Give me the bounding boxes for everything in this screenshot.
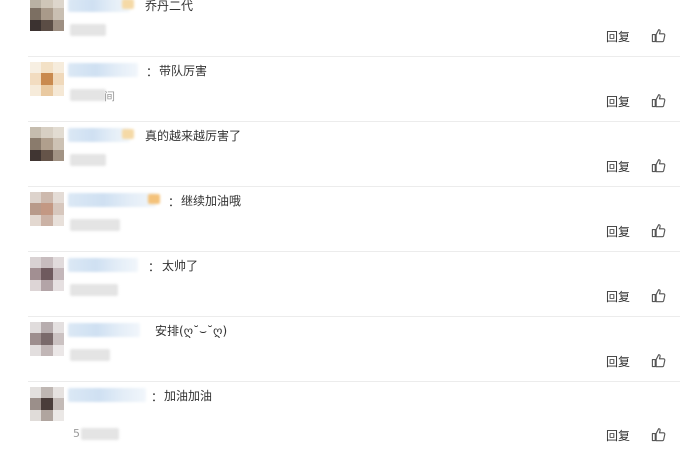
colon: ： — [146, 65, 159, 79]
timestamp — [70, 24, 106, 36]
comment-item: 乔丹二代 回复 — [0, 0, 680, 57]
timestamp-text: 5 — [73, 427, 80, 440]
reply-button[interactable]: 回复 — [606, 427, 630, 444]
reply-button[interactable]: 回复 — [606, 93, 630, 110]
avatar[interactable] — [30, 62, 64, 96]
timestamp — [70, 154, 106, 166]
timestamp — [70, 284, 118, 296]
username[interactable] — [68, 0, 134, 12]
timestamp — [70, 349, 110, 361]
username[interactable] — [68, 63, 138, 77]
timestamp — [70, 89, 106, 101]
comment-text: 真的越来越厉害了 — [145, 129, 242, 143]
comment-text: 加油加油 — [164, 389, 213, 403]
timestamp — [81, 428, 119, 440]
avatar[interactable] — [30, 0, 64, 31]
comment-text: 太帅了 — [162, 259, 199, 273]
thumbs-up-icon[interactable] — [651, 158, 666, 173]
username[interactable] — [68, 258, 138, 272]
reply-button[interactable]: 回复 — [606, 353, 630, 370]
comment-item: ： 太帅了 回复 — [0, 252, 680, 317]
comment-list: 乔丹二代 回复 ： 带队厉害 间 回复 真的越来越厉害了 回复 ： 继续加油哦 … — [0, 0, 680, 453]
avatar[interactable] — [30, 192, 64, 226]
comment-text: 带队厉害 — [159, 64, 208, 78]
reply-button[interactable]: 回复 — [606, 28, 630, 45]
thumbs-up-icon[interactable] — [651, 353, 666, 368]
thumbs-up-icon[interactable] — [651, 427, 666, 442]
thumbs-up-icon[interactable] — [651, 288, 666, 303]
comment-item: 安排(ღ˘⌣˘ღ) 回复 — [0, 317, 680, 382]
colon: ： — [168, 195, 181, 209]
comment-text: 乔丹二代 — [145, 0, 194, 13]
colon: ： — [151, 390, 164, 404]
comment-text: 安排(ღ˘⌣˘ღ) — [155, 324, 228, 338]
thumbs-up-icon[interactable] — [651, 223, 666, 238]
reply-button[interactable]: 回复 — [606, 158, 630, 175]
comment-text: 继续加油哦 — [181, 194, 242, 208]
reply-button[interactable]: 回复 — [606, 223, 630, 240]
reply-button[interactable]: 回复 — [606, 288, 630, 305]
username[interactable] — [68, 323, 140, 337]
username[interactable] — [68, 193, 160, 207]
comment-item: ： 带队厉害 间 回复 — [0, 57, 680, 122]
timestamp-text: 间 — [104, 90, 115, 103]
thumbs-up-icon[interactable] — [651, 93, 666, 108]
avatar[interactable] — [30, 257, 64, 291]
username[interactable] — [68, 128, 134, 142]
comment-item: ： 继续加油哦 回复 — [0, 187, 680, 252]
username[interactable] — [68, 388, 146, 402]
comment-item: 真的越来越厉害了 回复 — [0, 122, 680, 187]
colon: ： — [148, 260, 161, 274]
comment-item: ： 加油加油 5 回复 — [0, 382, 680, 447]
avatar[interactable] — [30, 127, 64, 161]
timestamp — [70, 219, 120, 231]
avatar[interactable] — [30, 322, 64, 356]
avatar[interactable] — [30, 387, 64, 421]
thumbs-up-icon[interactable] — [651, 28, 666, 43]
